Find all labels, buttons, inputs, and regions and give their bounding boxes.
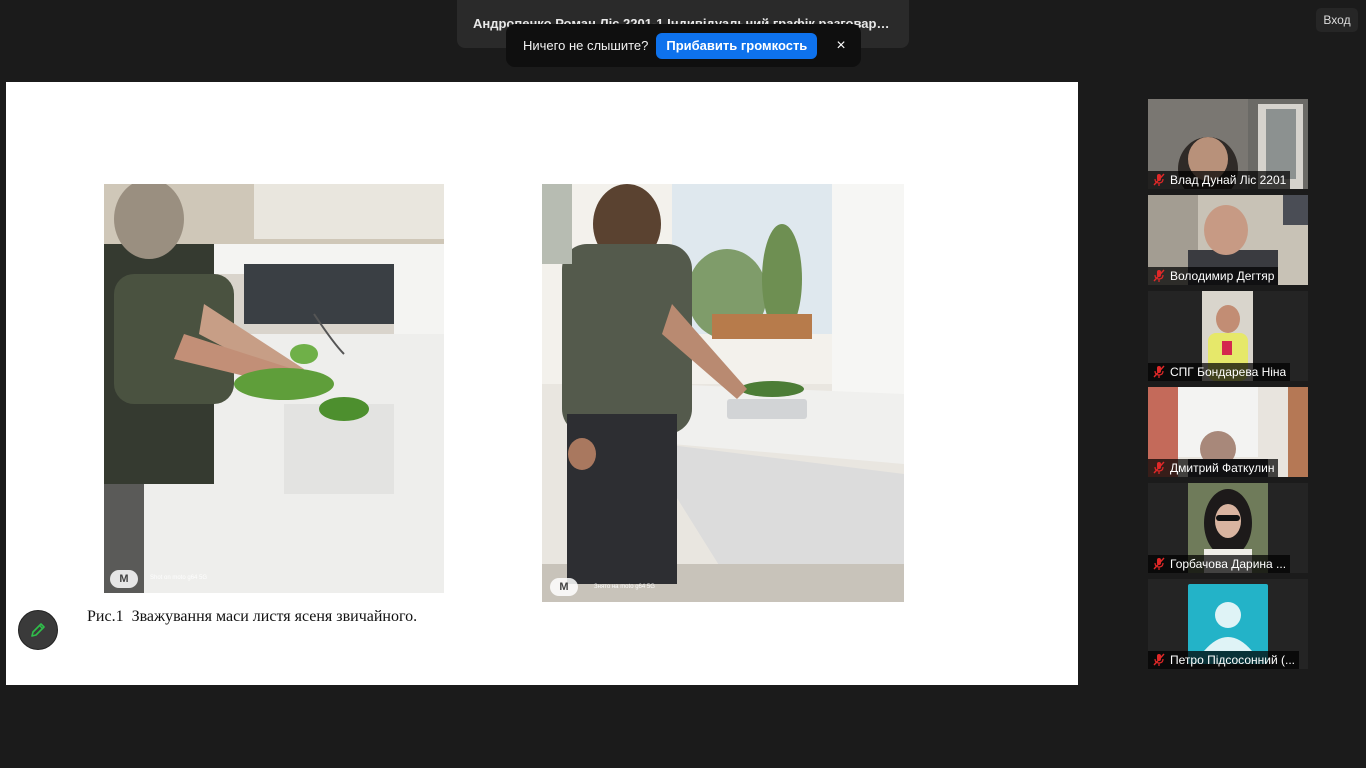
participant-gallery: Влад Дунай Ліс 2201 Володимир Дегтяр СПГ…	[1148, 99, 1308, 675]
participant-tile[interactable]: СПГ Бондарева Ніна	[1148, 291, 1308, 381]
watermark-left: Shot on moto g64 5G	[150, 575, 208, 581]
participant-name: Володимир Дегтяр	[1170, 269, 1275, 283]
participant-name: Дмитрий Фаткулин	[1170, 461, 1275, 475]
photo-weighing-leaves-right: M Знято на moto g64 5G	[542, 184, 904, 602]
toast-message: Ничего не слышите?	[523, 38, 649, 53]
shared-screen-slide: M Shot on moto g64 5G M Знято на moto g6…	[6, 82, 1078, 685]
mic-off-icon	[1153, 653, 1165, 666]
mic-off-icon	[1153, 269, 1165, 282]
mic-off-icon	[1153, 557, 1165, 570]
participant-tile[interactable]: Володимир Дегтяр	[1148, 195, 1308, 285]
photo-left-image	[104, 184, 444, 593]
mic-off-icon	[1153, 461, 1165, 474]
participant-name-bar: Горбачова Дарина ...	[1148, 555, 1291, 573]
audio-volume-toast: Ничего не слышите? Прибавить громкость ×	[506, 24, 861, 67]
participant-name: Петро Підсосонний (...	[1170, 653, 1295, 667]
participant-tile[interactable]: Влад Дунай Ліс 2201	[1148, 99, 1308, 189]
participant-name-bar: Дмитрий Фаткулин	[1148, 459, 1279, 477]
figure-caption: Рис.1 Зважування маси листя ясеня звичайн…	[87, 608, 417, 626]
pencil-icon	[31, 623, 45, 637]
figure-number: Рис.1	[87, 608, 124, 625]
moto-logo-right: M	[550, 578, 578, 596]
figure-caption-text: Зважування маси листя ясеня звичайного.	[131, 608, 418, 625]
mic-off-icon	[1153, 173, 1165, 186]
photo-weighing-leaves-left: M Shot on moto g64 5G	[104, 184, 444, 593]
watermark-right: Знято на moto g64 5G	[594, 584, 655, 590]
participant-tile[interactable]: Дмитрий Фаткулин	[1148, 387, 1308, 477]
moto-logo-left: M	[110, 570, 138, 588]
participant-name: Влад Дунай Ліс 2201	[1170, 173, 1287, 187]
close-icon[interactable]: ×	[831, 36, 851, 56]
participant-tile[interactable]: Петро Підсосонний (...	[1148, 579, 1308, 669]
mic-off-icon	[1153, 365, 1165, 378]
participant-name-bar: Петро Підсосонний (...	[1148, 651, 1299, 669]
annotate-button[interactable]	[18, 610, 58, 650]
login-button[interactable]: Вход	[1316, 8, 1358, 32]
participant-name-bar: СПГ Бондарева Ніна	[1148, 363, 1291, 381]
participant-name: СПГ Бондарева Ніна	[1170, 365, 1287, 379]
photo-right-image	[542, 184, 904, 602]
participant-name: Горбачова Дарина ...	[1170, 557, 1287, 571]
increase-volume-button[interactable]: Прибавить громкость	[656, 32, 818, 59]
participant-name-bar: Володимир Дегтяр	[1148, 267, 1279, 285]
participant-name-bar: Влад Дунай Ліс 2201	[1148, 171, 1291, 189]
participant-tile[interactable]: Горбачова Дарина ...	[1148, 483, 1308, 573]
